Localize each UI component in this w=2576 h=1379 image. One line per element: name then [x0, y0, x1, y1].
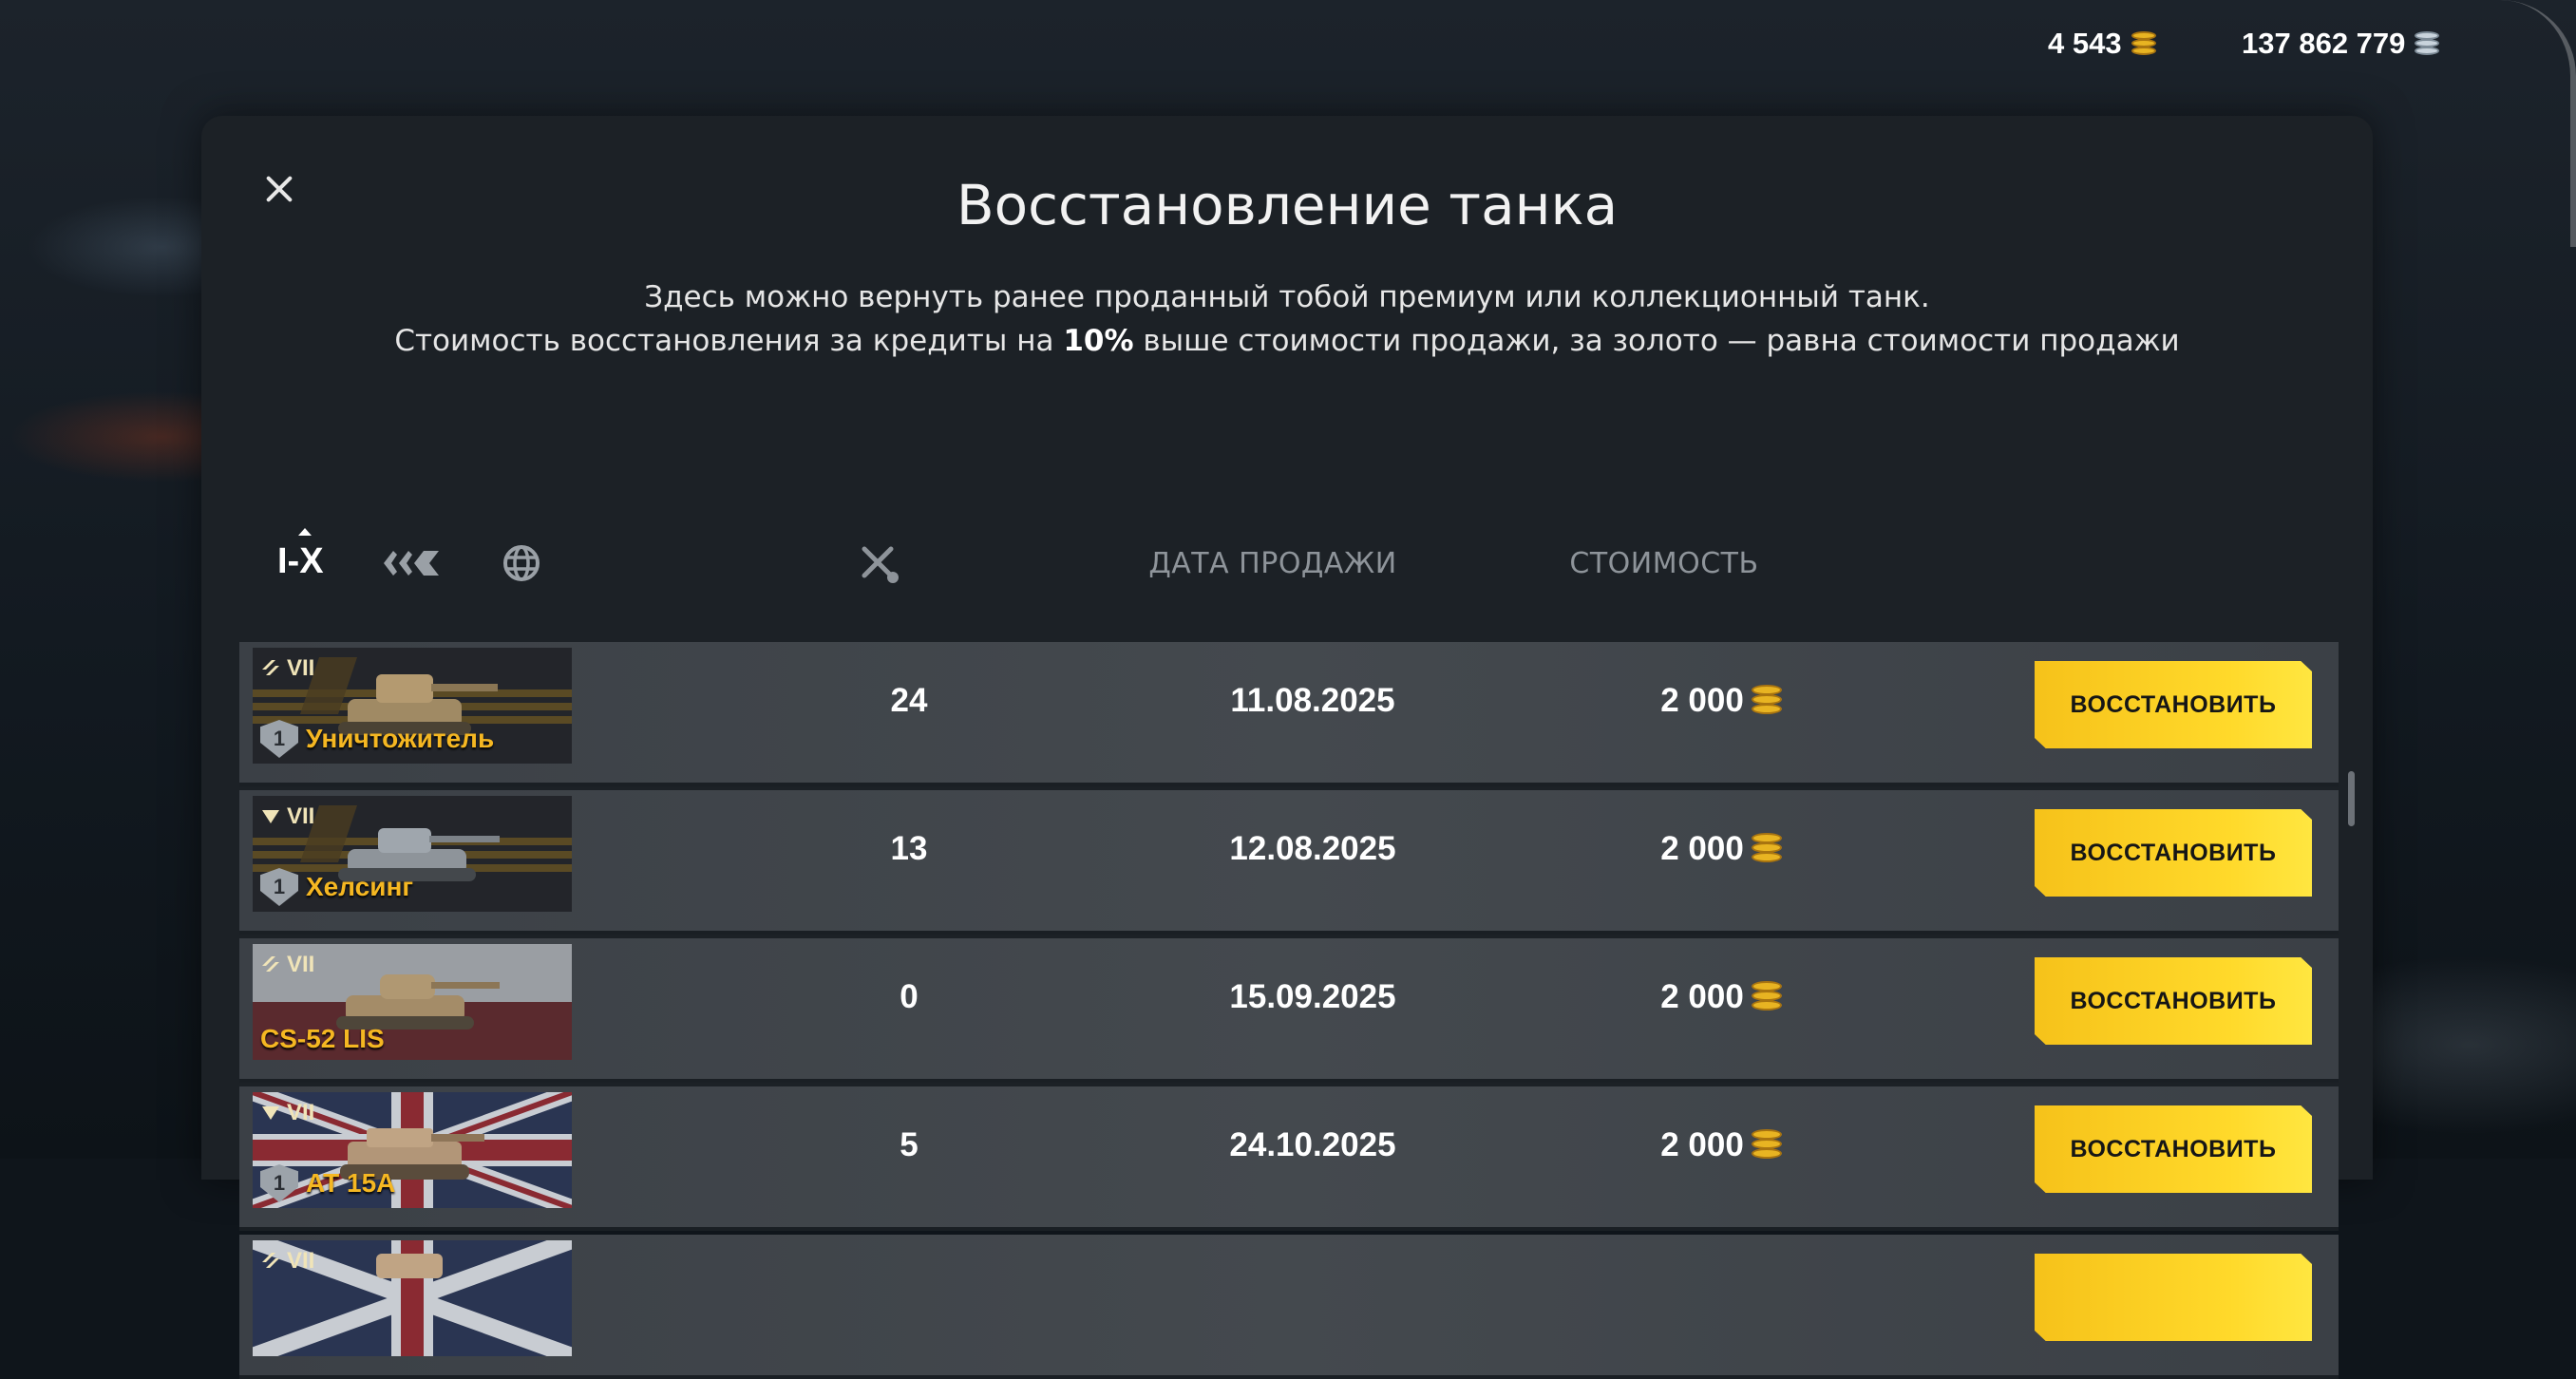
tank-name: 1 Хелсинг	[260, 868, 413, 906]
tier-label: VII	[287, 1100, 315, 1125]
tank-name-label: Хелсинг	[306, 872, 414, 901]
tank-type-icon[interactable]	[382, 547, 441, 579]
tank-thumbnail: VII	[253, 1240, 572, 1356]
tank-thumbnail: VII 1 AT 15A	[253, 1092, 572, 1208]
sale-date: 12.08.2025	[1229, 830, 1396, 867]
td-icon	[262, 956, 279, 972]
gold-coin-icon	[1751, 981, 1782, 1013]
sort-tier-label: I-X	[277, 541, 324, 581]
tier-label: VII	[287, 1248, 315, 1274]
tank-thumbnail: VII 1 Хелсинг	[253, 796, 572, 912]
gold-amount: 4 543	[2048, 27, 2122, 60]
mastery-badge-icon: 1	[260, 1164, 298, 1202]
tank-thumbnail: VII CS-52 LIS	[253, 944, 572, 1060]
description-percent: 10%	[1063, 324, 1134, 358]
battles-count: 0	[900, 978, 919, 1015]
gold-balance: 4 543	[2048, 27, 2156, 61]
silver-balance: 137 862 779	[2242, 27, 2440, 61]
restore-cost: 2 000	[1607, 978, 1835, 1016]
tier-label: VII	[287, 803, 315, 829]
tank-name: CS-52 LIS	[260, 1024, 385, 1054]
battles-icon[interactable]	[859, 543, 900, 585]
silver-coin-icon	[2415, 31, 2440, 56]
restore-cost: 2 000	[1607, 1126, 1835, 1164]
table-row: VII 1 Уничтожитель 24 11.08.2025 2 000 В…	[239, 642, 2339, 786]
cost-amount: 2 000	[1660, 830, 1744, 867]
tank-thumbnail: VII 1 Уничтожитель	[253, 648, 572, 764]
tank-tier: VII	[260, 1248, 314, 1275]
mastery-badge-icon: 1	[260, 868, 298, 906]
tank-name-label: Уничтожитель	[306, 724, 495, 753]
list-scrollbar[interactable]	[2348, 771, 2355, 826]
restore-cost: 2 000	[1607, 830, 1835, 868]
sale-date: 15.09.2025	[1229, 978, 1396, 1015]
tank-name: 1 Уничтожитель	[260, 720, 494, 758]
sale-date: 24.10.2025	[1229, 1126, 1396, 1163]
silver-amount: 137 862 779	[2242, 27, 2406, 60]
tank-tier: VII	[260, 655, 314, 682]
nation-globe-icon[interactable]	[502, 543, 541, 583]
table-row: VII CS-52 LIS 0 15.09.2025 2 000 ВОССТАН…	[239, 938, 2339, 1083]
gold-coin-icon	[2131, 31, 2156, 56]
restore-button[interactable]: ВОССТАНОВИТЬ	[2035, 1105, 2312, 1193]
table-row: VII 1 AT 15A 5 24.10.2025 2 000 ВОССТАНО…	[239, 1086, 2339, 1231]
td-arrow-icon	[262, 1106, 279, 1120]
table-header: I-X ДАТА ПРОДАЖИ СТОИМОСТЬ	[201, 528, 2373, 591]
tank-name-label: CS-52 LIS	[260, 1024, 385, 1053]
column-sale-date[interactable]: ДАТА ПРОДАЖИ	[1140, 547, 1406, 580]
tank-image	[376, 1254, 443, 1278]
tier-label: VII	[287, 655, 315, 681]
modal-description: Здесь можно вернуть ранее проданный тобо…	[201, 275, 2373, 363]
cost-amount: 2 000	[1660, 978, 1744, 1015]
tank-tier: VII	[260, 952, 314, 978]
sort-tier-button[interactable]: I-X	[277, 528, 324, 582]
gold-coin-icon	[1751, 833, 1782, 865]
td-icon	[262, 660, 279, 675]
table-row: VII	[239, 1235, 2339, 1379]
restore-button[interactable]: ВОССТАНОВИТЬ	[2035, 957, 2312, 1045]
tank-name-label: AT 15A	[306, 1168, 396, 1198]
gold-coin-icon	[1751, 685, 1782, 717]
description-line-2: Стоимость восстановления за кредиты на 1…	[201, 319, 2373, 363]
table-row: VII 1 Хелсинг 13 12.08.2025 2 000 ВОССТА…	[239, 790, 2339, 935]
restore-button[interactable]: ВОССТАНОВИТЬ	[2035, 661, 2312, 748]
mastery-badge-icon: 1	[260, 720, 298, 758]
restore-button[interactable]	[2035, 1254, 2312, 1341]
battles-count: 13	[890, 830, 928, 867]
td-icon	[262, 1253, 279, 1268]
cost-amount: 2 000	[1660, 682, 1744, 719]
description-line-1: Здесь можно вернуть ранее проданный тобо…	[644, 280, 1930, 314]
restore-button[interactable]: ВОССТАНОВИТЬ	[2035, 809, 2312, 897]
column-cost[interactable]: СТОИМОСТЬ	[1550, 547, 1778, 580]
tank-name: 1 AT 15A	[260, 1164, 395, 1202]
tank-tier: VII	[260, 1100, 314, 1126]
battles-count: 5	[900, 1126, 919, 1163]
tier-label: VII	[287, 952, 315, 977]
modal-title: Восстановление танка	[956, 173, 1619, 237]
sort-caret-icon	[298, 528, 312, 536]
sale-date: 11.08.2025	[1230, 682, 1395, 719]
td-arrow-icon	[262, 810, 279, 823]
description-text: выше стоимости продажи, за золото — равн…	[1133, 324, 2180, 358]
cost-amount: 2 000	[1660, 1126, 1744, 1163]
background-scroll-arc	[2491, 0, 2576, 247]
restore-cost: 2 000	[1607, 682, 1835, 720]
restore-tank-modal: Восстановление танка Здесь можно вернуть…	[201, 116, 2373, 1379]
description-text: Стоимость восстановления за кредиты на	[394, 324, 1064, 358]
tank-tier: VII	[260, 803, 314, 830]
battles-count: 24	[890, 682, 928, 719]
gold-coin-icon	[1751, 1129, 1782, 1162]
